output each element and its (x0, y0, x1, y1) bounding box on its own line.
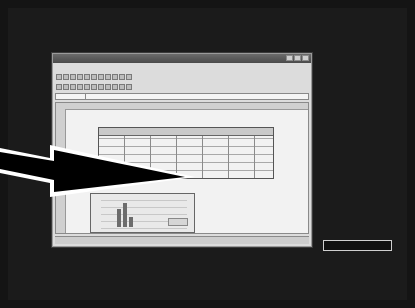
video-stage (0, 0, 415, 308)
arrow-pointer-icon (0, 145, 195, 197)
